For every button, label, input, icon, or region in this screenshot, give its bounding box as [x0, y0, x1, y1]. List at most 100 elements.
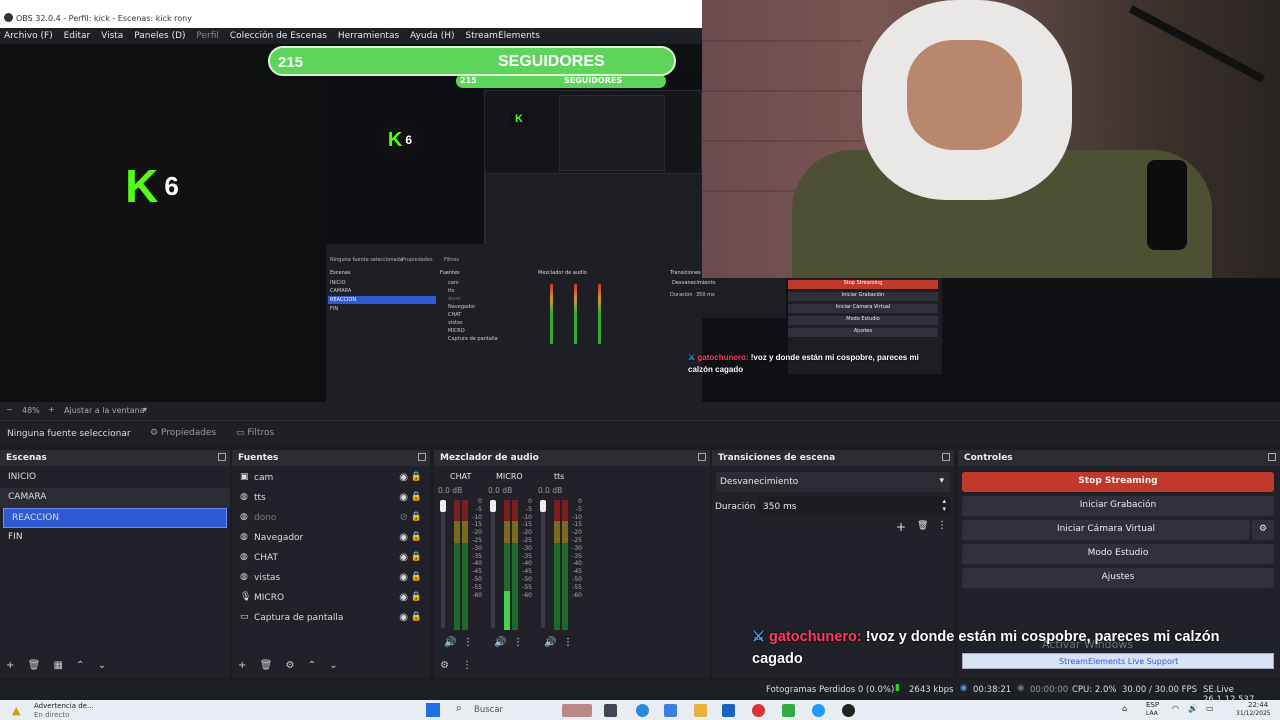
add-transition-icon[interactable]: +: [896, 520, 906, 534]
volume-handle-micro[interactable]: [490, 500, 496, 512]
dock-float-icon[interactable]: [218, 453, 226, 461]
lock-icon[interactable]: 🔒: [411, 612, 422, 622]
menu-streamelements[interactable]: StreamElements: [461, 28, 544, 44]
channel-menu-icon[interactable]: ⋮: [513, 637, 523, 648]
eye-icon[interactable]: ◉: [399, 472, 408, 483]
lock-icon[interactable]: 🔒: [411, 492, 422, 502]
channel-menu-icon[interactable]: ⋮: [563, 637, 573, 648]
folder-icon[interactable]: [694, 704, 707, 717]
volume-icon[interactable]: 🔊: [1188, 704, 1198, 713]
messenger-icon[interactable]: [812, 704, 825, 717]
menu-paneles[interactable]: Paneles (D): [130, 28, 189, 44]
source-item[interactable]: ◍ vistas ◉ 🔒: [232, 568, 430, 588]
app-icon[interactable]: [562, 704, 592, 717]
language-indicator[interactable]: ESP: [1146, 701, 1159, 709]
virtual-camera-button[interactable]: Iniciar Cámara Virtual: [962, 520, 1250, 540]
lock-icon[interactable]: 🔒: [411, 532, 422, 542]
program-preview[interactable]: K 6 215 SEGUIDORES K 6 K Ninguna fuente …: [0, 44, 702, 402]
search-icon[interactable]: ⌕: [456, 703, 462, 714]
stop-streaming-button[interactable]: Stop Streaming: [962, 472, 1274, 492]
obs-icon[interactable]: [842, 704, 855, 717]
source-item[interactable]: ▭ Captura de pantalla ◉ 🔒: [232, 608, 430, 628]
eye-icon[interactable]: ◉: [399, 492, 408, 503]
chrome-icon[interactable]: [752, 704, 765, 717]
zoom-in-icon[interactable]: +: [48, 405, 55, 414]
source-item[interactable]: ◍ Navegador ◉ 🔒: [232, 528, 430, 548]
wifi-icon[interactable]: ◠: [1172, 704, 1179, 713]
fit-to-window[interactable]: Ajustar a la ventana: [64, 406, 145, 415]
move-up-icon[interactable]: ⌃: [308, 660, 316, 671]
source-settings-icon[interactable]: ⚙: [285, 660, 294, 671]
scene-item[interactable]: INICIO: [0, 468, 230, 488]
photos-icon[interactable]: [664, 704, 677, 717]
move-down-icon[interactable]: ⌄: [329, 660, 337, 671]
battery-icon[interactable]: ▭: [1206, 704, 1214, 713]
eye-hidden-icon[interactable]: ⊘: [400, 512, 408, 523]
stepper-up-icon[interactable]: ▴: [942, 497, 946, 505]
add-scene-icon[interactable]: +: [6, 660, 14, 671]
scene-item-selected[interactable]: REACCION: [3, 508, 227, 528]
volume-slider-tts[interactable]: [541, 500, 545, 628]
transition-select[interactable]: Desvanecimiento ▾: [716, 472, 950, 492]
dock-float-icon[interactable]: [698, 453, 706, 461]
source-item[interactable]: ◍ CHAT ◉ 🔒: [232, 548, 430, 568]
speaker-icon[interactable]: 🔊: [494, 637, 506, 648]
dock-float-icon[interactable]: [418, 453, 426, 461]
eye-icon[interactable]: ◉: [399, 572, 408, 583]
virtual-camera-settings-button[interactable]: ⚙: [1252, 520, 1274, 540]
warning-title[interactable]: Advertencia de...: [34, 702, 94, 710]
duration-input[interactable]: 350 ms ▴ ▾: [758, 497, 950, 515]
live-support-bar[interactable]: StreamElements Live Support: [962, 653, 1274, 669]
lock-icon[interactable]: 🔒: [411, 572, 422, 582]
channel-menu-icon[interactable]: ⋮: [463, 637, 473, 648]
zoom-out-icon[interactable]: −: [6, 405, 13, 414]
game-icon[interactable]: [782, 704, 795, 717]
mixer-settings-icon[interactable]: ⚙: [440, 660, 449, 671]
windows-start-icon[interactable]: [426, 703, 440, 717]
menu-vista[interactable]: Vista: [97, 28, 127, 44]
dock-float-icon[interactable]: [1268, 453, 1276, 461]
move-up-icon[interactable]: ⌃: [76, 660, 84, 671]
chevron-down-icon[interactable]: ▾: [143, 405, 147, 414]
source-item[interactable]: ◍ tts ◉ 🔒: [232, 488, 430, 508]
volume-handle-chat[interactable]: [440, 500, 446, 512]
transition-menu-icon[interactable]: ⋮: [937, 520, 947, 531]
scene-item[interactable]: FIN: [0, 528, 230, 548]
store-icon[interactable]: [722, 704, 735, 717]
menu-perfil[interactable]: Perfil: [192, 28, 223, 44]
edge-icon[interactable]: [636, 704, 649, 717]
speaker-icon[interactable]: 🔊: [544, 637, 556, 648]
taskbar-search[interactable]: Buscar: [474, 705, 503, 715]
eye-icon[interactable]: ◉: [399, 552, 408, 563]
menu-coleccion-escenas[interactable]: Colección de Escenas: [226, 28, 331, 44]
menu-ayuda[interactable]: Ayuda (H): [406, 28, 458, 44]
menu-editar[interactable]: Editar: [60, 28, 95, 44]
eye-icon[interactable]: ◉: [399, 612, 408, 623]
source-item[interactable]: ▣ cam ◉ 🔒: [232, 468, 430, 488]
stepper-down-icon[interactable]: ▾: [942, 505, 946, 513]
source-item[interactable]: ◍ dono ⊘ 🔒: [232, 508, 430, 528]
scene-filter-icon[interactable]: ▦: [53, 660, 62, 671]
start-recording-button[interactable]: Iniciar Grabación: [962, 496, 1274, 516]
lock-icon[interactable]: 🔒: [411, 592, 422, 602]
dock-float-icon[interactable]: [942, 453, 950, 461]
eye-icon[interactable]: ◉: [399, 592, 408, 603]
studio-mode-button[interactable]: Modo Estudio: [962, 544, 1274, 564]
remove-transition-icon[interactable]: 🗑: [917, 521, 928, 531]
task-view-icon[interactable]: [604, 704, 617, 717]
volume-slider-micro[interactable]: [491, 500, 495, 628]
menu-herramientas[interactable]: Herramientas: [334, 28, 403, 44]
source-item[interactable]: 🎙 MICRO ◉ 🔒: [232, 588, 430, 608]
eye-icon[interactable]: ◉: [399, 532, 408, 543]
lock-icon[interactable]: 🔒: [411, 512, 422, 522]
lock-icon[interactable]: 🔒: [411, 552, 422, 562]
volume-handle-tts[interactable]: [540, 500, 546, 512]
settings-button[interactable]: Ajustes: [962, 568, 1274, 588]
move-down-icon[interactable]: ⌄: [98, 660, 106, 671]
remove-scene-icon[interactable]: 🗑: [28, 660, 41, 671]
mixer-menu-icon[interactable]: ⋮: [462, 660, 472, 671]
scene-item[interactable]: CAMARA: [0, 488, 230, 508]
speaker-icon[interactable]: 🔊: [444, 637, 456, 648]
menu-archivo[interactable]: Archivo (F): [0, 28, 57, 44]
filters-button[interactable]: ▭ Filtros: [236, 428, 274, 438]
